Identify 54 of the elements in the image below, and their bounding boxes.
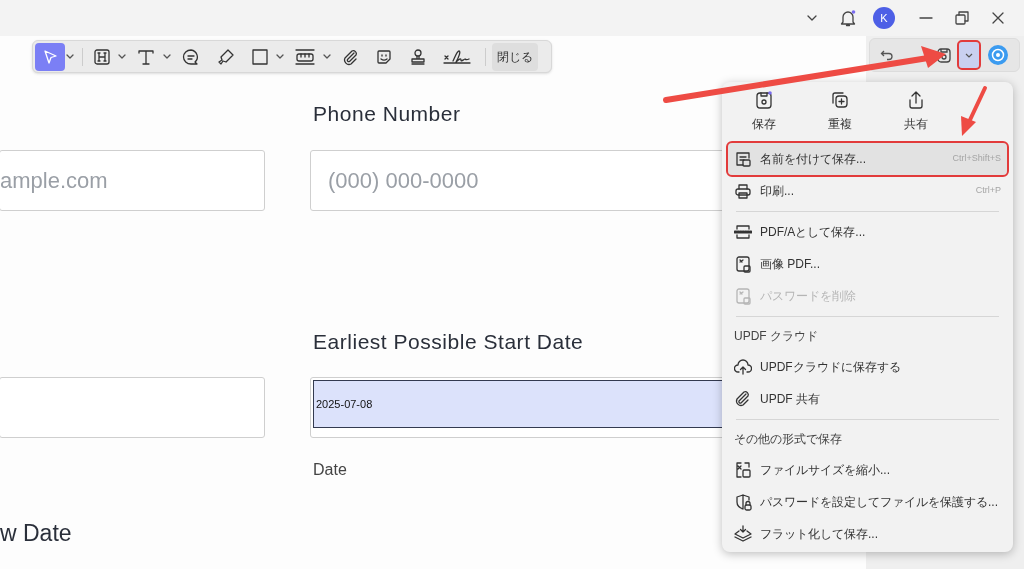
- save-icon[interactable]: [937, 47, 951, 63]
- menu-item[interactable]: フラット化して保存...: [728, 518, 1007, 550]
- caret-icon[interactable]: [276, 54, 284, 59]
- highlighter-icon: [217, 47, 235, 66]
- caret-icon[interactable]: [66, 54, 74, 59]
- rectangle-icon: [251, 47, 269, 66]
- menu-item[interactable]: ファイルサイズを縮小...: [728, 454, 1007, 486]
- comment-icon: [181, 47, 201, 66]
- action-button[interactable]: 共有: [886, 90, 946, 133]
- printer-icon: [734, 182, 752, 200]
- menu-item[interactable]: UPDF 共有: [728, 383, 1007, 415]
- caret-icon[interactable]: [163, 54, 171, 59]
- cloud-upload-icon: [734, 358, 752, 376]
- action-button[interactable]: 保存: [734, 90, 794, 133]
- close-icon[interactable]: [991, 11, 1005, 25]
- input-field[interactable]: [0, 377, 265, 438]
- undo-icon[interactable]: [880, 48, 894, 62]
- action-button[interactable]: 重複: [810, 90, 870, 133]
- chevron-down-icon[interactable]: [806, 14, 818, 22]
- heading-icon: [93, 47, 111, 66]
- field-heading: w Date: [0, 519, 72, 548]
- bell-icon[interactable]: [840, 9, 856, 27]
- paperclip-icon: [734, 390, 752, 408]
- menu-item[interactable]: 画像 PDF...: [728, 248, 1007, 280]
- section-heading: UPDF クラウド: [733, 328, 819, 345]
- ai-assistant-icon[interactable]: [987, 44, 1009, 66]
- section-heading: その他の形式で保存: [733, 431, 843, 448]
- menu-item[interactable]: UPDFクラウドに保存する: [728, 351, 1007, 383]
- compress-icon: [734, 461, 752, 479]
- close-button[interactable]: 閉じる: [492, 42, 538, 71]
- caret-icon: [965, 52, 973, 58]
- pdf-image-icon: [734, 287, 752, 305]
- shield-lock-icon: [734, 493, 752, 511]
- shortcut-label: Ctrl+P: [975, 184, 1001, 198]
- pdfa-file-icon: [734, 223, 752, 241]
- pdf-image-icon: [734, 255, 752, 273]
- menu-item[interactable]: PDF/Aとして保存...: [728, 216, 1007, 248]
- layers-icon: [734, 525, 752, 543]
- caret-icon[interactable]: [118, 54, 126, 59]
- field-heading: Phone Number: [313, 101, 461, 127]
- field-heading: Earliest Possible Start Date: [313, 329, 584, 355]
- stamp-icon: [409, 47, 427, 66]
- text-icon: [136, 47, 156, 66]
- avatar[interactable]: K: [873, 7, 895, 29]
- restore-icon[interactable]: [955, 11, 969, 25]
- menu-item[interactable]: パスワードを設定してファイルを保護する...: [728, 486, 1007, 518]
- save-as-icon: [734, 150, 752, 168]
- sticker-icon: [375, 47, 393, 66]
- caret-icon[interactable]: [323, 54, 331, 59]
- field-sublabel: Date: [313, 460, 347, 480]
- ruler-icon: [294, 47, 316, 66]
- annotation-arrow: [961, 86, 987, 136]
- paperclip-icon: [341, 47, 359, 66]
- menu-item[interactable]: 印刷... Ctrl+P: [728, 175, 1007, 207]
